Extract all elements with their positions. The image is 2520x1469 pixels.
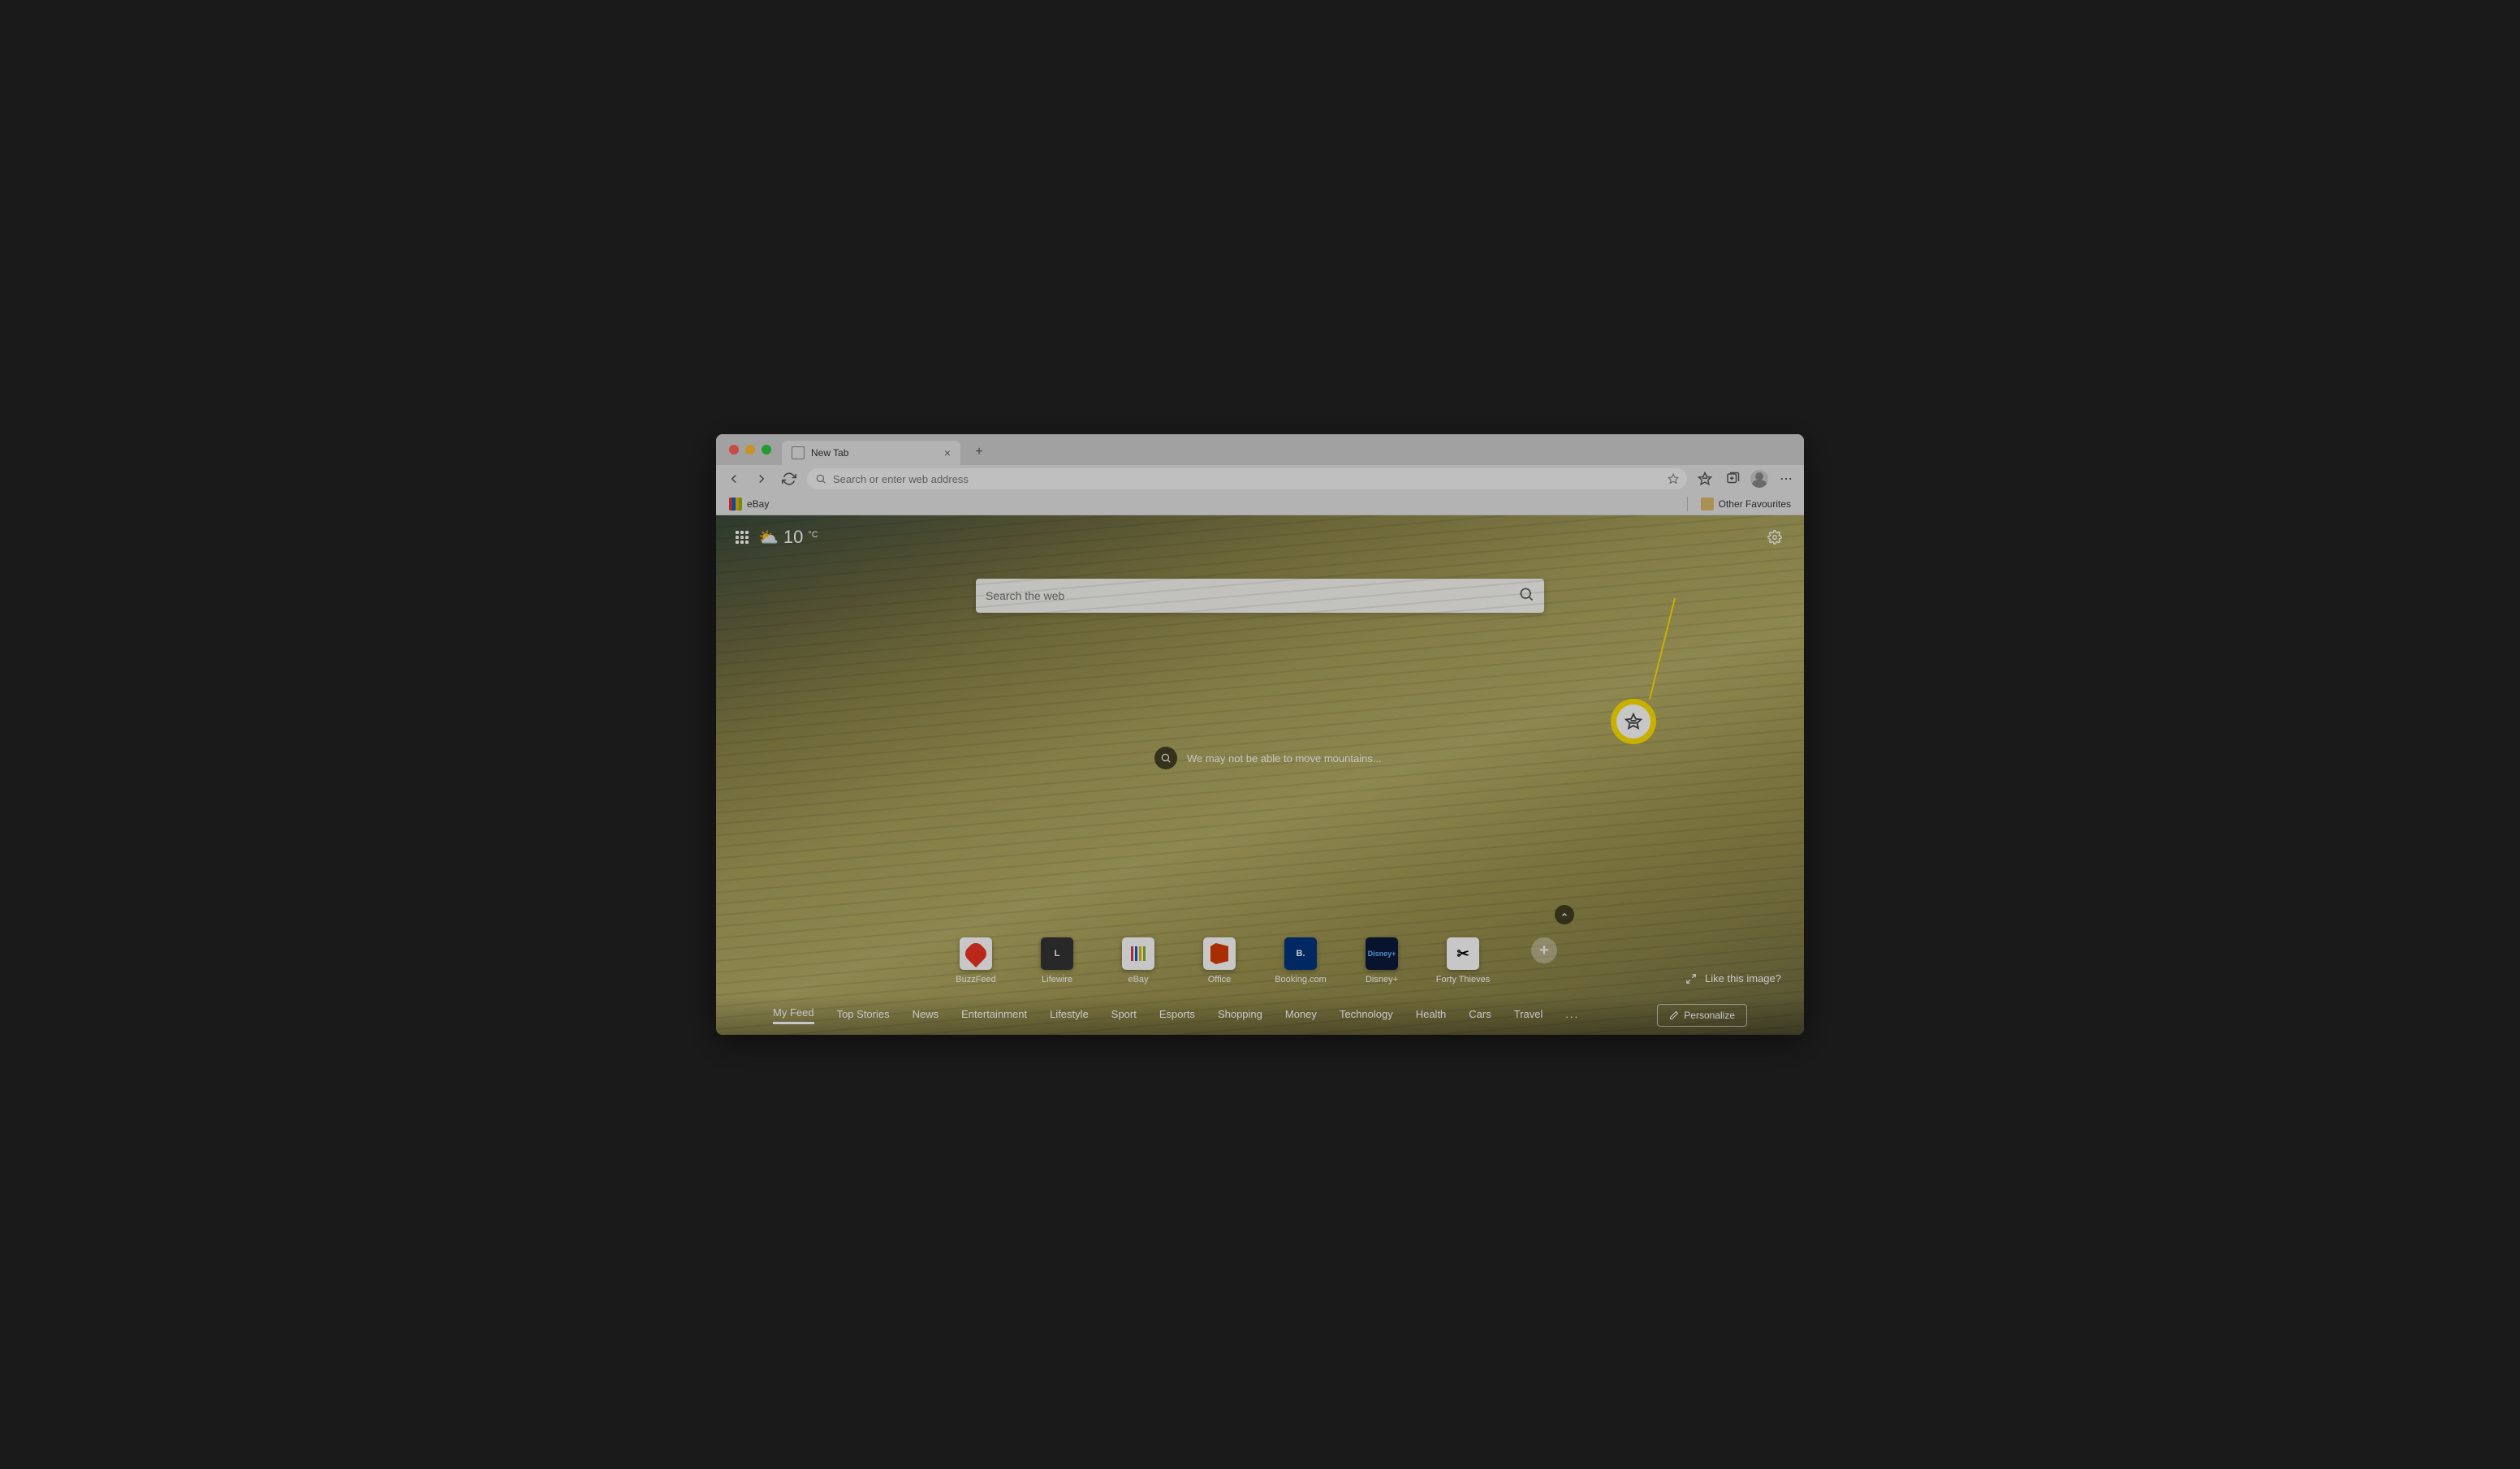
content-top-bar: ⛅ 10 °C: [716, 515, 1804, 559]
like-image-text: Like this image?: [1705, 972, 1781, 984]
feed-tab-money[interactable]: Money: [1285, 1008, 1317, 1023]
other-favourites-folder[interactable]: Other Favourites: [1696, 495, 1796, 513]
tab-favicon-icon: [792, 446, 805, 459]
weather-temperature: 10: [783, 527, 803, 548]
collections-button[interactable]: [1723, 469, 1742, 489]
pencil-icon: [1669, 1010, 1679, 1020]
weather-widget[interactable]: ⛅ 10 °C: [758, 527, 818, 548]
lifewire-icon: L: [1041, 937, 1073, 970]
expand-icon: [1685, 973, 1697, 984]
browser-tab[interactable]: New Tab ×: [782, 441, 960, 465]
folder-icon: [1701, 498, 1714, 510]
browser-window: New Tab × + Search or enter web address: [716, 434, 1804, 1035]
feed-tab-cars[interactable]: Cars: [1469, 1008, 1491, 1023]
close-window-button[interactable]: [729, 445, 739, 454]
quicklink-label: Lifewire: [1042, 975, 1072, 984]
quicklink-label: [1543, 968, 1545, 978]
back-button[interactable]: [724, 469, 744, 489]
quicklink-label: Office: [1208, 975, 1232, 984]
quicklink-label: Forty Thieves: [1436, 975, 1490, 984]
feed-tab-technology[interactable]: Technology: [1340, 1008, 1393, 1023]
feed-tab-lifestyle[interactable]: Lifestyle: [1050, 1008, 1089, 1023]
apps-grid-button[interactable]: [736, 531, 749, 544]
favourites-button[interactable]: [1695, 469, 1715, 489]
menu-button[interactable]: [1776, 469, 1796, 489]
office-icon: [1203, 937, 1236, 970]
quicklink-label: eBay: [1128, 975, 1148, 984]
buzzfeed-icon: [960, 937, 992, 970]
forward-button[interactable]: [752, 469, 771, 489]
search-submit-button[interactable]: [1518, 586, 1534, 606]
feed-tab-entertainment[interactable]: Entertainment: [961, 1008, 1027, 1023]
annotation-favourites-callout: [1611, 699, 1656, 744]
tab-title: New Tab: [811, 447, 938, 459]
feed-tab-top-stories[interactable]: Top Stories: [837, 1008, 890, 1023]
search-box[interactable]: [976, 579, 1544, 613]
bookmark-ebay[interactable]: eBay: [724, 495, 774, 513]
like-image-prompt[interactable]: Like this image?: [1685, 972, 1781, 984]
weather-unit: °C: [808, 530, 818, 540]
feed-tab-sport[interactable]: Sport: [1111, 1008, 1137, 1023]
maximize-window-button[interactable]: [762, 445, 771, 454]
bookmarks-bar: eBay Other Favourites: [716, 493, 1804, 515]
quicklink-booking[interactable]: B. Booking.com: [1283, 937, 1318, 984]
annotation-line: [1649, 598, 1676, 700]
quicklink-label: Disney+: [1366, 975, 1398, 984]
add-favourite-icon[interactable]: [1668, 473, 1679, 485]
forty-thieves-icon: ✂: [1447, 937, 1479, 970]
feed-tab-esports[interactable]: Esports: [1159, 1008, 1195, 1023]
profile-avatar[interactable]: [1750, 470, 1768, 488]
disney-icon: Disney+: [1366, 937, 1398, 970]
plus-icon: +: [1531, 937, 1557, 963]
page-settings-button[interactable]: [1765, 528, 1784, 547]
feed-tab-my-feed[interactable]: My Feed: [773, 1006, 814, 1024]
toolbar: Search or enter web address: [716, 465, 1804, 493]
feed-tab-health[interactable]: Health: [1416, 1008, 1447, 1023]
folder-label: Other Favourites: [1719, 498, 1791, 510]
ebay-icon: [729, 498, 742, 510]
quicklink-add[interactable]: +: [1526, 937, 1562, 984]
new-tab-page: ⛅ 10 °C We may not be able to move mount…: [716, 515, 1804, 1035]
feed-tab-more[interactable]: ...: [1565, 1008, 1579, 1023]
feed-tab-travel[interactable]: Travel: [1514, 1008, 1543, 1023]
personalize-button[interactable]: Personalize: [1657, 1004, 1747, 1027]
search-wrap: [716, 579, 1804, 613]
quicklink-disney[interactable]: Disney+ Disney+: [1364, 937, 1400, 984]
search-icon: [815, 473, 826, 485]
quicklinks-row: BuzzFeed L Lifewire eBay Office B. Booki…: [716, 937, 1804, 984]
window-controls: [723, 445, 778, 454]
new-tab-button[interactable]: +: [969, 442, 989, 462]
booking-icon: B.: [1284, 937, 1317, 970]
weather-icon: ⛅: [758, 528, 779, 548]
address-bar[interactable]: Search or enter web address: [807, 468, 1687, 489]
quicklink-lifewire[interactable]: L Lifewire: [1039, 937, 1075, 984]
close-tab-button[interactable]: ×: [944, 446, 951, 459]
collapse-quicklinks-button[interactable]: [1555, 905, 1574, 924]
quicklink-label: BuzzFeed: [956, 975, 996, 984]
address-placeholder: Search or enter web address: [833, 473, 969, 485]
divider: [1687, 497, 1688, 511]
image-quote: We may not be able to move mountains...: [1154, 747, 1382, 769]
bookmark-label: eBay: [747, 498, 769, 510]
feed-nav: My Feed Top Stories News Entertainment L…: [716, 996, 1804, 1035]
quicklink-office[interactable]: Office: [1202, 937, 1237, 984]
search-input[interactable]: [986, 589, 1518, 602]
quicklink-forty-thieves[interactable]: ✂ Forty Thieves: [1445, 937, 1481, 984]
quote-text: We may not be able to move mountains...: [1187, 752, 1382, 765]
minimize-window-button[interactable]: [745, 445, 755, 454]
quicklink-label: Booking.com: [1275, 975, 1327, 984]
quicklink-buzzfeed[interactable]: BuzzFeed: [958, 937, 994, 984]
refresh-button[interactable]: [779, 469, 799, 489]
feed-tab-shopping[interactable]: Shopping: [1218, 1008, 1262, 1023]
quote-search-icon[interactable]: [1154, 747, 1177, 769]
personalize-label: Personalize: [1684, 1010, 1735, 1021]
ebay-icon: [1122, 937, 1154, 970]
favourites-star-icon: [1625, 713, 1642, 730]
quicklink-ebay[interactable]: eBay: [1120, 937, 1156, 984]
feed-tab-news[interactable]: News: [913, 1008, 939, 1023]
tab-strip: New Tab × +: [716, 434, 1804, 465]
